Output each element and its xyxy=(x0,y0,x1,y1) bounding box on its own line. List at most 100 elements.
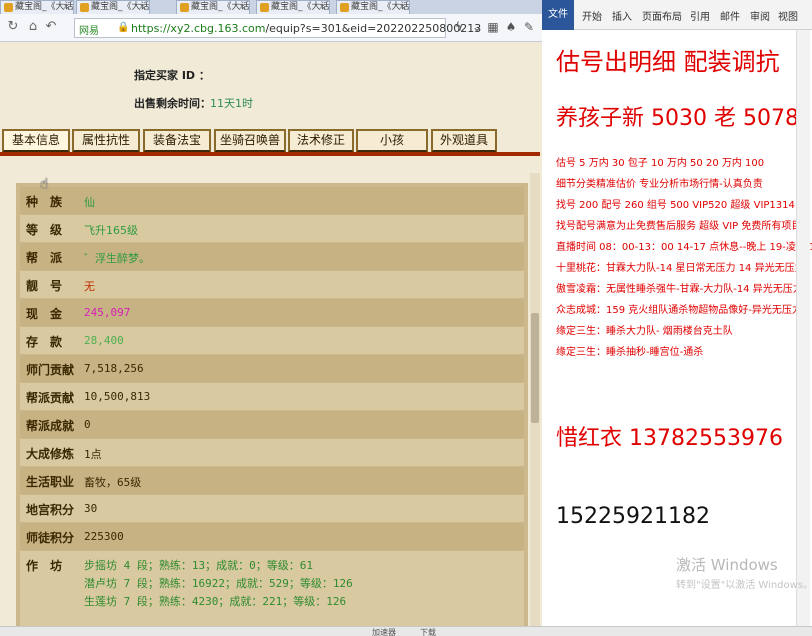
lock-icon: 🔒 xyxy=(117,22,130,33)
activation-watermark-title: 激活 Windows xyxy=(676,556,778,574)
bottom-status-strip: 加速器 下载 xyxy=(0,626,812,636)
row-value: ゛浮生醉梦。 xyxy=(84,252,150,265)
page-content: 指定买家 ID ： 出售剩余时间： 11天1时 基本信息 属性抗性 装备法宝 坐… xyxy=(0,43,542,636)
ribbon-tab-review[interactable]: 审阅 xyxy=(750,8,770,23)
table-row: 种 族 仙 xyxy=(20,187,524,214)
row-label: 种 族 xyxy=(26,195,63,209)
doc-phone: 15225921182 xyxy=(556,504,710,529)
tab-spells[interactable]: 法术修正 xyxy=(288,129,354,153)
browser-window: 藏宝阁_《大话西 × 藏宝阁_《大话西 × 藏宝阁_《大话西 × 藏宝阁_《大话… xyxy=(0,0,542,636)
close-icon[interactable]: × xyxy=(318,1,326,14)
table-row-workshop: 作 坊 步摇坊 4 段；熟练：13；成就：0；等级：61 潜卢坊 7 段；熟练：… xyxy=(20,551,524,636)
close-icon[interactable]: × xyxy=(398,1,406,14)
row-label: 靓 号 xyxy=(26,279,63,293)
tab-underline xyxy=(0,152,540,156)
doc-line: 十里桃花：甘霖大力队-14 星日常无压力 14 异光无压力 xyxy=(556,263,805,274)
table-row: 帮派成就 0 xyxy=(20,411,524,438)
tab-equipment[interactable]: 装备法宝 xyxy=(143,129,211,153)
wrench-icon[interactable]: ✎ xyxy=(522,20,536,34)
scrollbar-thumb[interactable] xyxy=(531,313,539,423)
ribbon-tab-view[interactable]: 视图 xyxy=(778,8,798,23)
document-scrollbar[interactable] xyxy=(796,30,810,636)
browser-tab[interactable]: 藏宝阁_《大话西 × xyxy=(76,0,150,14)
row-value: 飞升165级 xyxy=(84,224,138,237)
status-accelerator[interactable]: 加速器 xyxy=(372,627,396,636)
tab-children[interactable]: 小孩 xyxy=(356,129,428,153)
doc-line: 细节分类精准估价 专业分析市场行情-认真负责 xyxy=(556,179,763,190)
browser-tab[interactable]: 藏宝阁_《大话西 × xyxy=(336,0,410,14)
doc-line: 找号 200 配号 260 组号 500 VIP520 超级 VIP1314 xyxy=(556,200,795,211)
row-value: 畜牧，65级 xyxy=(84,476,142,489)
sale-time-value: 11天1时 xyxy=(210,97,253,110)
close-icon[interactable]: × xyxy=(238,1,246,14)
document-page[interactable]: 估号出明细 配装调抗 养孩子新 5030 老 5078 估号 5 万内 30 包… xyxy=(542,30,812,636)
browser-tab[interactable]: 藏宝阁_《大话西 × xyxy=(176,0,250,14)
game-icon[interactable]: ♠ xyxy=(504,20,518,34)
table-row: 大成修炼 1点 xyxy=(20,439,524,466)
favicon-icon xyxy=(180,3,189,12)
row-label: 地宫积分 xyxy=(26,503,75,517)
ribbon-tab-insert[interactable]: 插入 xyxy=(612,8,632,23)
workshop-line: 生莲坊 7 段；熟练：4230；成就：221；等级：126 xyxy=(84,595,347,608)
table-row: 等 级 飞升165级 xyxy=(20,215,524,242)
row-value: 225300 xyxy=(84,530,124,543)
browser-tab[interactable]: 藏宝阁_《大话西 × xyxy=(256,0,330,14)
row-label: 等 级 xyxy=(26,223,63,237)
browser-tab[interactable]: 藏宝阁_《大话西 × xyxy=(0,0,74,14)
table-row: 存 款 28,400 xyxy=(20,327,524,354)
doc-line: 缘定三生：睡杀抽秒-睡宫位-通杀 xyxy=(556,347,704,358)
favicon-icon xyxy=(80,3,89,12)
doc-contact: 惜红衣 13782553976 xyxy=(556,426,783,451)
doc-line: 找号配号满意为止免费售后服务 超级 VIP 免费所有项目 xyxy=(556,221,802,232)
ribbon-tab-references[interactable]: 引用 xyxy=(690,8,710,23)
row-value: 0 xyxy=(84,418,91,431)
favicon-icon xyxy=(260,3,269,12)
designated-buyer-label: 指定买家 ID ： xyxy=(134,69,210,82)
doc-line: 众志成城：159 克火组队通杀物超物品像好-异光无压力 xyxy=(556,305,802,316)
workshop-line: 步摇坊 4 段；熟练：13；成就：0；等级：61 xyxy=(84,559,313,572)
row-value: 10,500,813 xyxy=(84,390,151,403)
table-row: 帮派贡献 10,500,813 xyxy=(20,383,524,410)
dropdown-icon[interactable]: ⌄ xyxy=(470,20,484,34)
table-row: 帮 派 ゛浮生醉梦。 xyxy=(20,243,524,270)
close-icon[interactable]: × xyxy=(138,1,146,14)
doc-line: 直播时间 08：00-13：00 14-17 点休息--晚上 19-凌晨 1 点 xyxy=(556,242,812,253)
site-tag: 网易 xyxy=(79,26,99,37)
lightning-icon[interactable]: ϟ xyxy=(452,20,466,34)
home-icon[interactable]: ⌂ xyxy=(26,20,40,34)
row-value: 30 xyxy=(84,502,98,515)
row-value: 7,518,256 xyxy=(84,362,144,375)
doc-heading: 估号出明细 配装调抗 xyxy=(556,48,780,76)
page-scrollbar[interactable] xyxy=(530,173,540,636)
tab-attributes[interactable]: 属性抗性 xyxy=(72,129,140,153)
word-window: 文件 开始 插入 页面布局 引用 邮件 审阅 视图 估号出明细 配装调抗 养孩子… xyxy=(542,0,812,636)
ribbon-tab-file[interactable]: 文件 xyxy=(542,0,574,30)
row-label: 帮派贡献 xyxy=(26,391,75,405)
refresh-icon[interactable]: ↻ xyxy=(6,20,20,34)
ribbon-tab-mailings[interactable]: 邮件 xyxy=(720,8,740,23)
url-input[interactable]: 网易 🔒 https://xy2.cbg.163.com/equip?s=301… xyxy=(74,18,481,38)
favicon-icon xyxy=(4,3,13,12)
row-label: 生活职业 xyxy=(26,475,75,489)
tab-mounts[interactable]: 坐骑召唤兽 xyxy=(214,129,286,153)
grid-icon[interactable]: ▦ xyxy=(486,20,500,34)
tab-appearance[interactable]: 外观道具 xyxy=(431,129,497,153)
url-text: https://xy2.cbg.163.com/equip?s=301&eid=… xyxy=(131,22,482,35)
browser-tab-strip: 藏宝阁_《大话西 × 藏宝阁_《大话西 × 藏宝阁_《大话西 × 藏宝阁_《大话… xyxy=(0,0,542,14)
table-row: 生活职业 畜牧，65级 xyxy=(20,467,524,494)
favicon-icon xyxy=(340,3,349,12)
close-icon[interactable]: × xyxy=(62,1,70,14)
ribbon-tab-home[interactable]: 开始 xyxy=(582,8,602,23)
status-download[interactable]: 下载 xyxy=(420,627,436,636)
row-label: 存 款 xyxy=(26,335,63,349)
ribbon-tab-layout[interactable]: 页面布局 xyxy=(642,8,682,23)
row-value: 28,400 xyxy=(84,334,124,347)
basic-info-table: 种 族 仙 等 级 飞升165级 帮 派 ゛浮生醉梦。 靓 号 无 现 金 24… xyxy=(16,183,528,636)
table-row: 靓 号 无 xyxy=(20,271,524,298)
table-row: 师门贡献 7,518,256 xyxy=(20,355,524,382)
row-label: 帮 派 xyxy=(26,251,63,265)
row-label: 作 坊 xyxy=(26,559,63,573)
tab-basic-info[interactable]: 基本信息 xyxy=(2,129,70,153)
doc-line: 傲雪凌霜：无属性睡杀强牛-甘霖-大力队-14 异光无压力 xyxy=(556,284,803,295)
back-icon[interactable]: ↶ xyxy=(44,20,58,34)
